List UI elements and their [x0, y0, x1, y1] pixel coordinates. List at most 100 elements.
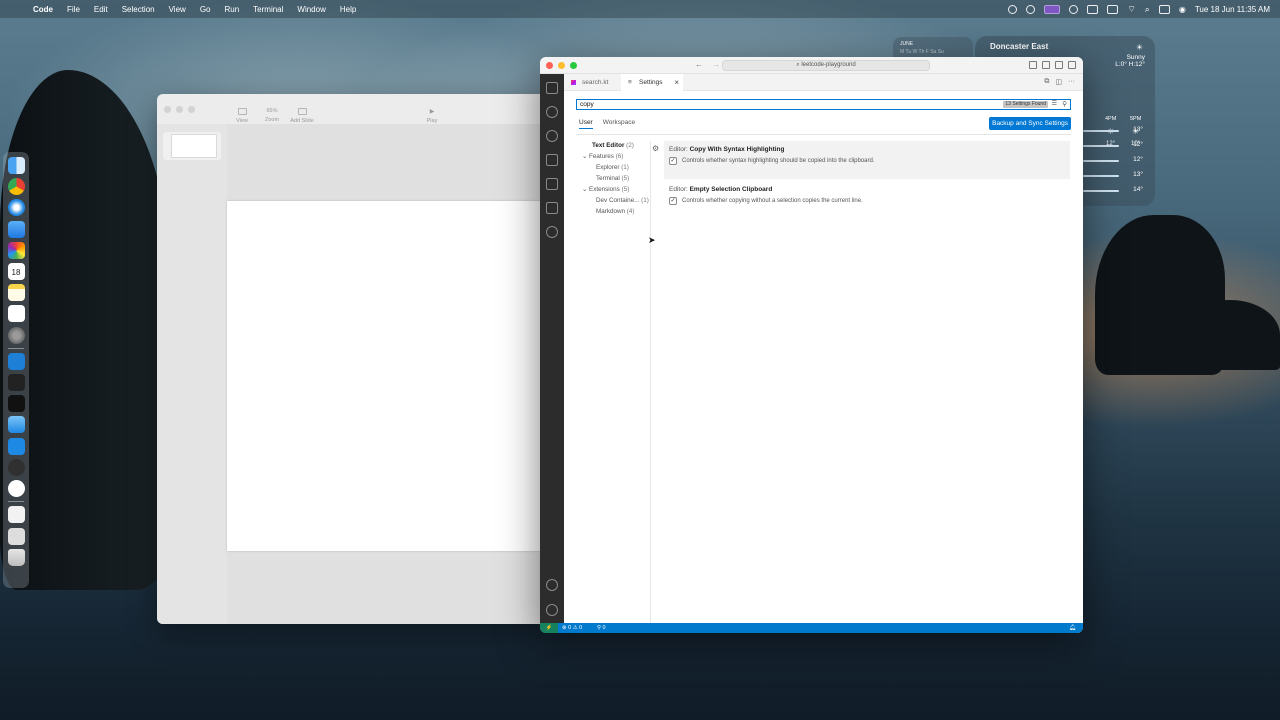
- tray-keyboard-icon[interactable]: [1107, 4, 1119, 14]
- filter-icon[interactable]: ⚲: [1062, 100, 1067, 109]
- minimize-icon[interactable]: [558, 62, 565, 69]
- accounts-icon[interactable]: [546, 579, 558, 591]
- tray-status-icon[interactable]: [1008, 4, 1018, 14]
- keynote-window-controls[interactable]: [164, 105, 195, 113]
- menu-edit[interactable]: Edit: [87, 5, 115, 14]
- setting-checkbox[interactable]: ✓: [669, 197, 677, 205]
- menu-run[interactable]: Run: [217, 5, 246, 14]
- toc-item-terminal[interactable]: Terminal (5): [596, 175, 629, 182]
- toggle-sidebar-icon[interactable]: [1029, 61, 1037, 69]
- toc-item-features[interactable]: ⌄ Features (6): [582, 153, 623, 160]
- terminal-editor-icon[interactable]: [7, 374, 25, 392]
- reminders-icon[interactable]: [7, 305, 25, 323]
- safari-icon[interactable]: [7, 199, 25, 217]
- chatgpt-icon[interactable]: [7, 480, 25, 497]
- add-slide-button[interactable]: Add Slide: [287, 108, 317, 124]
- search-icon[interactable]: [546, 106, 558, 118]
- manage-gear-icon[interactable]: [546, 604, 558, 616]
- toc-count: (4): [626, 208, 635, 215]
- setting-empty-selection-clipboard[interactable]: Editor: Empty Selection Clipboard ✓ Cont…: [664, 181, 1070, 219]
- menu-view[interactable]: View: [162, 5, 193, 14]
- preview-icon[interactable]: [7, 416, 25, 434]
- tab-user[interactable]: User: [579, 119, 593, 129]
- run-debug-icon[interactable]: [546, 154, 558, 166]
- menu-selection[interactable]: Selection: [115, 5, 162, 14]
- zoom-icon[interactable]: [188, 105, 195, 113]
- tray-screen-icon[interactable]: [1044, 4, 1061, 14]
- toc-item-markdown[interactable]: Markdown (4): [596, 208, 635, 215]
- trello-icon[interactable]: [7, 352, 25, 370]
- slide-canvas[interactable]: [227, 201, 547, 551]
- toc-item-explorer[interactable]: Explorer (1): [596, 164, 629, 171]
- vscode-window-controls[interactable]: [546, 62, 577, 69]
- menu-go[interactable]: Go: [193, 5, 218, 14]
- ports-indicator[interactable]: ⚲ 0: [597, 623, 606, 633]
- minimize-icon[interactable]: [176, 105, 183, 113]
- forward-arrow-icon[interactable]: →: [712, 60, 720, 69]
- calendar-widget[interactable]: JUNE M Tu W Th F Sa Su: [893, 37, 973, 59]
- back-arrow-icon[interactable]: ←: [695, 60, 703, 69]
- menu-help[interactable]: Help: [333, 5, 363, 14]
- setting-gear-icon[interactable]: ⚙: [652, 144, 659, 153]
- toggle-secondary-sidebar-icon[interactable]: [1055, 61, 1063, 69]
- backup-sync-button[interactable]: Backup and Sync Settings: [989, 117, 1071, 130]
- toggle-panel-icon[interactable]: [1042, 61, 1050, 69]
- toc-item-extensions[interactable]: ⌄ Extensions (5): [582, 186, 629, 193]
- remote-indicator-icon[interactable]: ⚡: [540, 623, 558, 633]
- screenshot-icon[interactable]: [7, 527, 25, 545]
- settings-icon[interactable]: [7, 326, 25, 344]
- menu-app-name[interactable]: Code: [26, 5, 60, 14]
- spotlight-icon[interactable]: ⌕: [1145, 4, 1150, 15]
- close-tab-icon[interactable]: ×: [674, 74, 679, 91]
- tray-info-icon[interactable]: [1069, 4, 1079, 14]
- more-actions-icon[interactable]: ···: [1068, 78, 1075, 86]
- tab-search-kt[interactable]: search.kt: [564, 74, 620, 91]
- source-control-icon[interactable]: [546, 130, 558, 142]
- menu-window[interactable]: Window: [290, 5, 332, 14]
- menu-file[interactable]: File: [60, 5, 87, 14]
- tray-sync-icon[interactable]: [1026, 4, 1036, 14]
- setting-checkbox[interactable]: ✓: [669, 157, 677, 165]
- notes-icon[interactable]: [7, 284, 25, 302]
- docker-icon[interactable]: [546, 226, 558, 238]
- siri-icon[interactable]: ◉: [1179, 5, 1186, 14]
- problems-indicator[interactable]: ⊗ 0 ⚠ 0: [562, 623, 582, 633]
- control-center-icon[interactable]: [1158, 4, 1170, 14]
- terminal-icon[interactable]: [7, 395, 25, 413]
- zoom-icon[interactable]: [570, 62, 577, 69]
- document-icon[interactable]: [7, 506, 25, 524]
- menu-clock[interactable]: Tue 18 Jun 11:35 AM: [1195, 5, 1270, 14]
- explorer-icon[interactable]: [546, 82, 558, 94]
- finder-icon[interactable]: [7, 157, 25, 174]
- zoom-button[interactable]: 65% Zoom: [257, 108, 287, 124]
- notifications-bell-icon[interactable]: 🔔︎: [1069, 623, 1076, 633]
- toc-item-text-editor[interactable]: Text Editor (2): [592, 142, 634, 149]
- tab-settings[interactable]: ≡ Settings ×: [621, 74, 683, 91]
- mail-icon[interactable]: [7, 220, 25, 238]
- open-settings-json-icon[interactable]: ⧉: [1044, 78, 1049, 86]
- menu-terminal[interactable]: Terminal: [246, 5, 290, 14]
- tab-workspace[interactable]: Workspace: [603, 119, 635, 129]
- close-icon[interactable]: [164, 105, 171, 113]
- wifi-icon[interactable]: ⌔: [1127, 4, 1135, 15]
- remote-explorer-icon[interactable]: [546, 202, 558, 214]
- tray-cloud-icon[interactable]: [1087, 4, 1099, 14]
- obs-icon[interactable]: [7, 458, 25, 476]
- split-editor-icon[interactable]: ◫: [1055, 78, 1062, 86]
- clear-filter-icon[interactable]: ☰: [1052, 100, 1057, 109]
- settings-search-input[interactable]: copy 13 Settings Found ☰ ⚲: [576, 99, 1071, 110]
- photos-icon[interactable]: [7, 241, 25, 259]
- setting-copy-with-syntax-highlighting[interactable]: ⚙ Editor: Copy With Syntax Highlighting …: [652, 141, 1070, 179]
- extensions-icon[interactable]: [546, 178, 558, 190]
- play-button[interactable]: ▶ Play: [417, 108, 447, 124]
- customize-layout-icon[interactable]: [1068, 61, 1076, 69]
- calendar-icon[interactable]: 18: [7, 262, 25, 280]
- slide-thumbnail[interactable]: [163, 132, 221, 160]
- vscode-icon[interactable]: [7, 437, 25, 455]
- close-icon[interactable]: [546, 62, 553, 69]
- command-center[interactable]: ⌕ leetcode-playground: [722, 60, 930, 71]
- view-button[interactable]: View: [227, 108, 257, 124]
- trash-icon[interactable]: [7, 548, 25, 566]
- chrome-icon[interactable]: [7, 178, 25, 196]
- toc-item-dev-containers[interactable]: Dev Containe... (1): [596, 197, 649, 204]
